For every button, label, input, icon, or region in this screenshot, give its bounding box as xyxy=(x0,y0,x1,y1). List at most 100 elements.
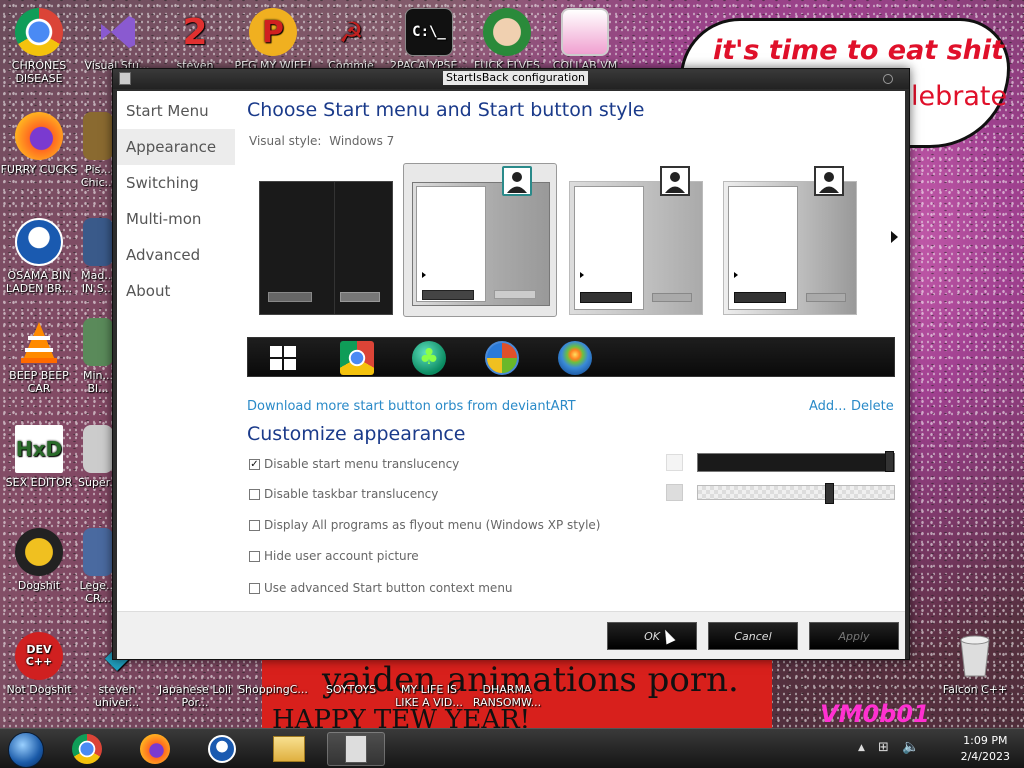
volume-icon[interactable]: 🔈 xyxy=(902,739,919,755)
checkbox[interactable] xyxy=(249,550,260,562)
nav-item-appearance[interactable]: Appearance xyxy=(117,129,235,165)
taskbar: ▲ ⊞ 🔈 1:09 PM 2/4/2023 xyxy=(0,728,1024,768)
user-picture-icon xyxy=(502,166,532,196)
style-thumb-selected[interactable] xyxy=(403,163,557,317)
desktop-icon-commie[interactable]: ☭ Commie xyxy=(312,8,390,72)
delete-orb-link[interactable]: Delete xyxy=(851,399,894,414)
folder-icon xyxy=(273,736,305,762)
elf-icon xyxy=(483,8,531,56)
taskbar-firefox[interactable] xyxy=(126,732,184,766)
style-thumb-dark[interactable] xyxy=(259,181,393,315)
windows-xp-orb-icon[interactable] xyxy=(485,341,519,375)
visual-studio-icon xyxy=(93,8,141,56)
chrome-icon xyxy=(72,734,102,764)
nav-item-start-menu[interactable]: Start Menu xyxy=(117,93,235,129)
windows-10-orb-icon[interactable] xyxy=(270,346,296,370)
network-icon[interactable]: ⊞ xyxy=(878,740,889,755)
clock[interactable]: 1:09 PM 2/4/2023 xyxy=(961,733,1010,765)
chrome-orb-icon[interactable] xyxy=(340,341,374,375)
terminal-icon: C:\_ xyxy=(405,8,453,56)
taskbar-obama[interactable] xyxy=(193,732,251,766)
commie-icon: ☭ xyxy=(338,15,364,49)
slider-thumb[interactable] xyxy=(885,451,894,472)
desktop-icon-osama[interactable]: OSAMA BIN LADEN BR... xyxy=(0,218,78,295)
app-icon xyxy=(83,425,113,473)
desktop-icon-falcon[interactable]: Falcon C++ xyxy=(936,632,1014,696)
window-titlebar[interactable]: StartIsBack configuration xyxy=(113,69,909,89)
show-hidden-icons-icon[interactable]: ▲ xyxy=(858,743,865,753)
desktop-icon-sex-editor[interactable]: HxD SEX EDITOR xyxy=(0,425,78,489)
start-menu-opacity-slider[interactable] xyxy=(697,451,895,472)
appearance-panel: Choose Start menu and Start button style… xyxy=(247,91,898,611)
option-advanced-context-menu[interactable]: Use advanced Start button context menu xyxy=(249,581,513,595)
option-disable-taskbar-translucency[interactable]: Disable taskbar translucency xyxy=(249,487,438,501)
checkbox-checked[interactable]: ✓ xyxy=(249,458,260,470)
taskbar-color-swatch[interactable] xyxy=(666,484,683,501)
user-picture-icon xyxy=(660,166,690,196)
config-window-icon xyxy=(345,735,367,763)
download-orbs-link[interactable]: Download more start button orbs from dev… xyxy=(247,399,576,414)
nav-item-multi-mon[interactable]: Multi-mon xyxy=(117,201,235,237)
desktop-icon-chrones[interactable]: CHRONES DISEASE xyxy=(0,8,78,85)
checkbox[interactable] xyxy=(249,488,260,500)
add-orb-link[interactable]: Add... xyxy=(809,399,847,414)
bubble-text-2: lebrate xyxy=(911,81,1008,112)
visual-style-value: Windows 7 xyxy=(329,134,395,148)
desktop-icon-dogshit[interactable]: Dogshit xyxy=(0,528,78,592)
start-orb-bar: ♣ xyxy=(247,337,895,377)
p-logo-icon: P xyxy=(249,8,297,56)
desktop-icon-beep[interactable]: BEEP BEEP CAR xyxy=(0,318,78,395)
apply-button[interactable]: Apply xyxy=(809,622,899,650)
windows-7-orb-icon[interactable] xyxy=(558,341,592,375)
style-thumb-gray[interactable] xyxy=(723,166,857,315)
vlc-icon xyxy=(15,318,63,366)
checkbox[interactable] xyxy=(249,582,260,594)
window-title: StartIsBack configuration xyxy=(443,71,589,85)
desktop-icon-steven[interactable]: 2 steven xyxy=(156,8,234,72)
checkbox[interactable] xyxy=(249,519,260,531)
next-arrow-icon[interactable] xyxy=(891,231,898,243)
start-button[interactable] xyxy=(8,732,44,768)
taskbar-explorer[interactable] xyxy=(260,732,318,766)
option-hide-user-picture[interactable]: Hide user account picture xyxy=(249,549,419,563)
desktop-icon-furry[interactable]: FURRY CUCKS xyxy=(0,112,78,176)
desktop-icon-not-dogshit[interactable]: DEV C++ Not Dogshit xyxy=(0,632,78,696)
desktop-icon-collab-vm[interactable]: COLLAB VM xyxy=(546,8,624,72)
nav-item-about[interactable]: About xyxy=(117,273,235,309)
desktop-icon-visual-studio[interactable]: Visual Stu... xyxy=(78,8,156,72)
app-icon xyxy=(83,528,113,576)
desktop-icon-2pacalypse[interactable]: C:\_ 2PACALYPSE... xyxy=(390,8,468,72)
visual-style-row: Visual style: Windows 7 xyxy=(249,134,394,148)
taskbar-startisback[interactable] xyxy=(327,732,385,766)
obama-logo-icon xyxy=(15,218,63,266)
obama-logo-icon xyxy=(208,735,236,763)
dialog-footer: OK Cancel Apply xyxy=(117,611,905,659)
start-menu-color-swatch[interactable] xyxy=(666,454,683,471)
nav-item-advanced[interactable]: Advanced xyxy=(117,237,235,273)
clock-date: 2/4/2023 xyxy=(960,750,1010,763)
close-icon[interactable] xyxy=(883,74,893,84)
taskbar-chrome[interactable] xyxy=(58,732,116,766)
chrome-icon xyxy=(15,8,63,56)
bubble-text-1: it's time to eat shit xyxy=(713,35,1005,66)
style-thumb-light[interactable] xyxy=(569,166,703,315)
startisback-window: StartIsBack configuration Start Menu App… xyxy=(112,68,910,660)
desktop-icon-elves[interactable]: FUCK ELVES xyxy=(468,8,546,72)
number-2-icon: 2 xyxy=(182,11,208,53)
taskbar-opacity-slider[interactable] xyxy=(697,483,895,504)
section-heading-customize: Customize appearance xyxy=(247,423,466,445)
ok-button[interactable]: OK xyxy=(607,622,697,650)
system-tray: ▲ ⊞ 🔈 1:09 PM 2/4/2023 xyxy=(854,729,1024,768)
firefox-icon xyxy=(140,734,170,764)
option-flyout-menu[interactable]: Display All programs as flyout menu (Win… xyxy=(249,518,600,532)
clover-orb-icon[interactable]: ♣ xyxy=(412,341,446,375)
nav-sidebar: Start Menu Appearance Switching Multi-mo… xyxy=(117,91,235,611)
nav-item-switching[interactable]: Switching xyxy=(117,165,235,201)
desktop-icon-peg[interactable]: P PEG MY WIFE! xyxy=(234,8,312,72)
cancel-button[interactable]: Cancel xyxy=(708,622,798,650)
hxd-icon: HxD xyxy=(15,425,63,473)
option-disable-start-translucency[interactable]: ✓ Disable start menu translucency xyxy=(249,457,459,471)
window-client: Start Menu Appearance Switching Multi-mo… xyxy=(117,91,905,659)
slider-thumb[interactable] xyxy=(825,483,834,504)
app-icon xyxy=(83,218,113,266)
